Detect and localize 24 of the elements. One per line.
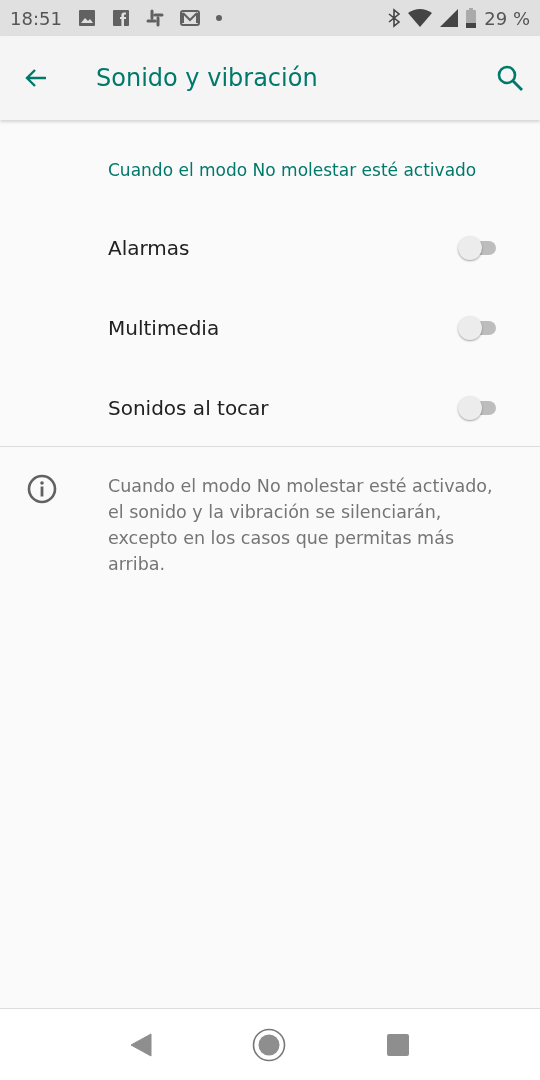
setting-label: Multimedia (108, 315, 220, 342)
info-text: Cuando el modo No molestar esté activado, el sonido y la vibración se silenciarán, excepto en los casos que permitas más arriba. (108, 475, 494, 576)
setting-row[interactable]: Alarmas (0, 208, 540, 288)
section-header: Cuando el modo No molestar esté activado (107, 159, 478, 182)
facebook-icon (111, 9, 130, 27)
dot-icon (215, 15, 222, 21)
screen-title: Sonido y vibración (96, 63, 319, 94)
mail-icon (179, 10, 200, 26)
signal-icon (440, 9, 459, 27)
home-button[interactable] (252, 1027, 286, 1062)
battery-percentage: 29 % (484, 6, 530, 31)
clock: 18:51 (10, 6, 62, 31)
back-button[interactable] (130, 1032, 152, 1057)
setting-row[interactable]: Sonidos al tocar (0, 368, 540, 448)
search-icon[interactable] (496, 64, 524, 92)
bluetooth-icon (388, 8, 401, 28)
wifi-icon (408, 9, 433, 27)
setting-label: Alarmas (108, 235, 190, 262)
recents-button[interactable] (386, 1032, 410, 1057)
info-icon (26, 473, 58, 505)
setting-label: Sonidos al tocar (108, 395, 269, 422)
battery-icon (466, 8, 477, 28)
image-icon (77, 9, 96, 27)
setting-row[interactable]: Multimedia (0, 288, 540, 368)
